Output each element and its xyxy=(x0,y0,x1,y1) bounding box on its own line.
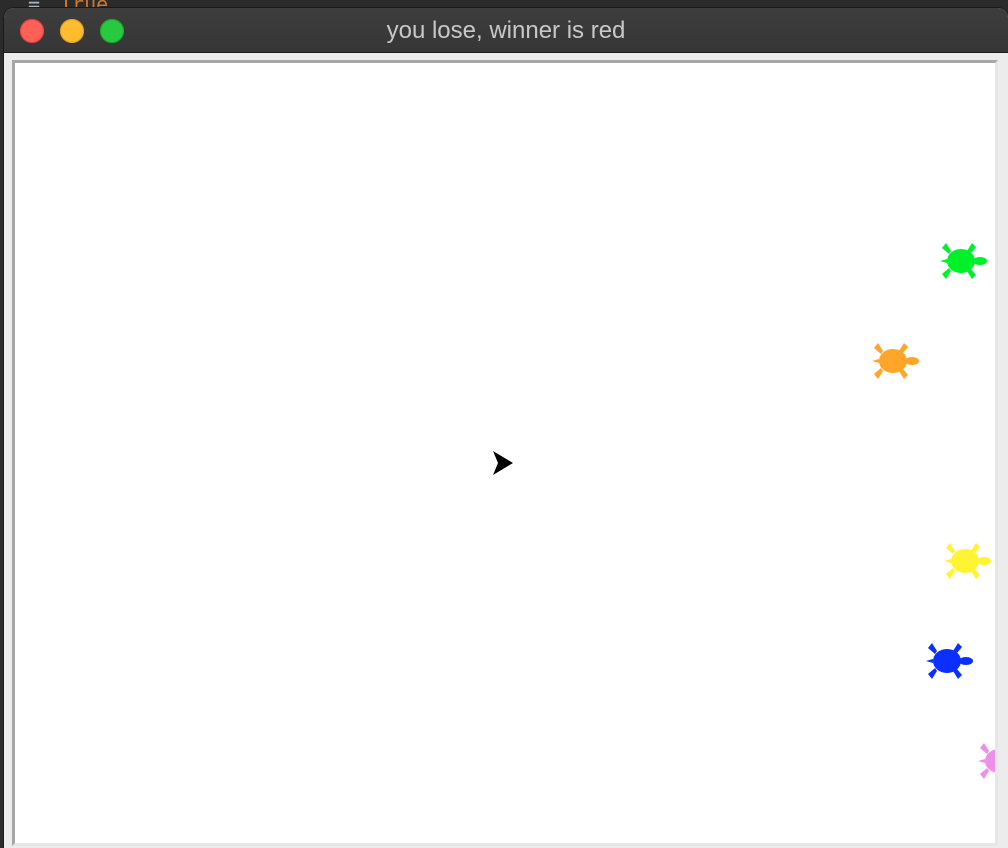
turtle-window: you lose, winner is red xyxy=(4,8,1008,848)
title-bar[interactable]: you lose, winner is red xyxy=(4,8,1008,53)
pink-turtle-icon xyxy=(978,743,995,779)
turtle-canvas[interactable] xyxy=(12,60,998,846)
green-turtle-icon xyxy=(940,243,987,279)
window-client-area xyxy=(4,53,1008,848)
yellow-turtle-icon xyxy=(944,543,991,579)
blue-turtle-icon xyxy=(926,643,973,679)
orange-turtle-icon xyxy=(872,343,919,379)
window-title: you lose, winner is red xyxy=(386,17,626,44)
arrow-cursor-icon xyxy=(493,451,513,475)
